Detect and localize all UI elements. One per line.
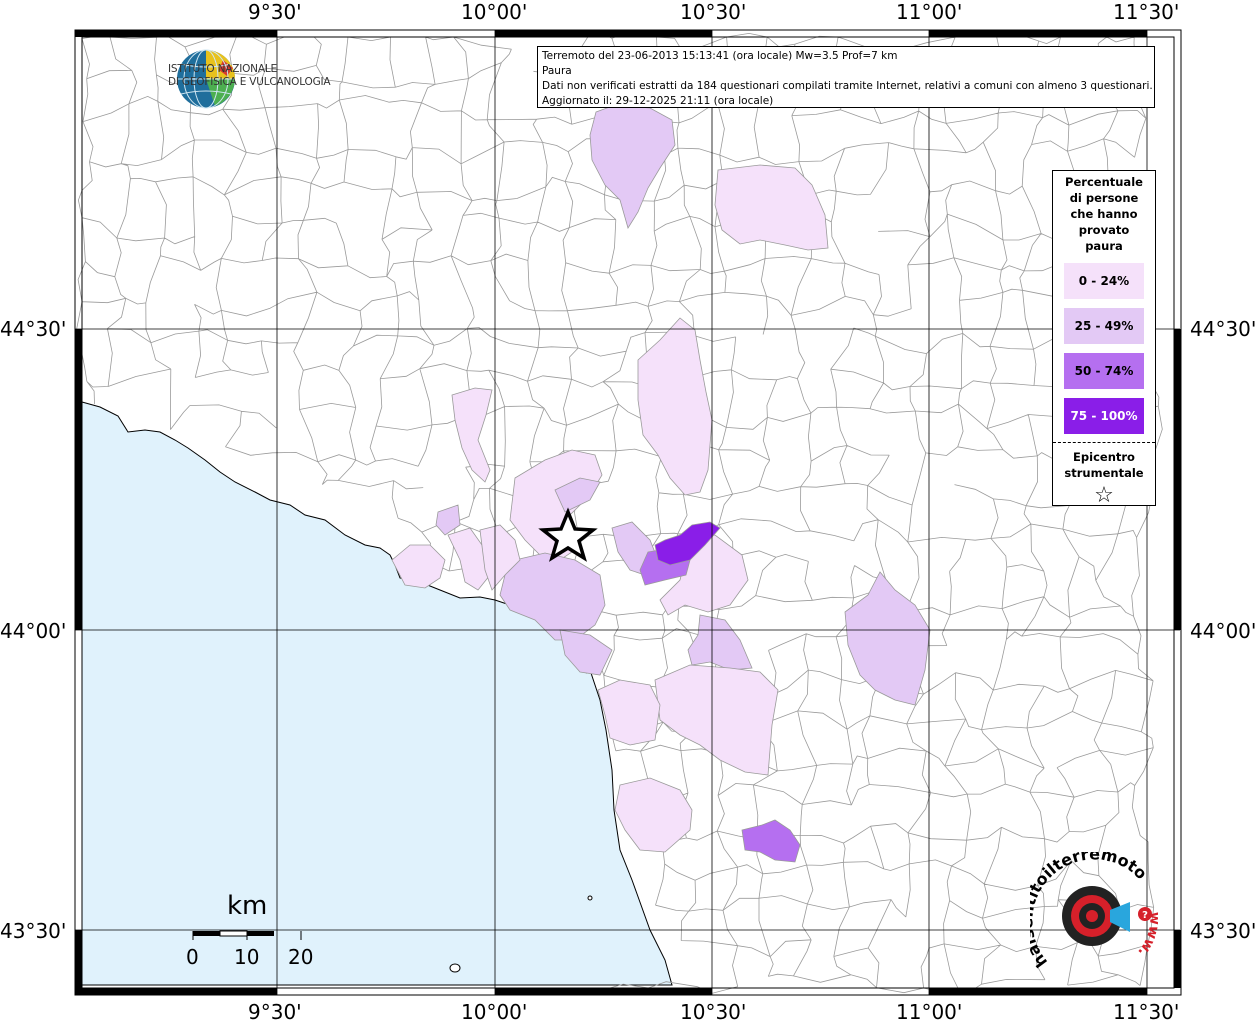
municipality-0-24: [714, 164, 829, 251]
lat-label-right: 43°30': [1190, 919, 1256, 943]
scale-unit: km: [227, 891, 268, 921]
lon-label-bottom: 10°00': [461, 1000, 528, 1024]
ingv-logo-text: ISTITUTO NAZIONALE DI GEOFISICA E VULCAN…: [168, 63, 331, 89]
scale-label-10: 10: [234, 945, 260, 969]
legend-class-0-24: 0 - 24%: [1064, 263, 1144, 299]
logo-line1: ISTITUTO NAZIONALE: [168, 63, 277, 75]
legend-epicenter-line: strumentale: [1064, 466, 1144, 480]
legend-divider: [1053, 442, 1155, 443]
lon-label-bottom: 11°00': [896, 1000, 963, 1024]
lon-label-bottom: 9°30': [248, 1000, 302, 1024]
legend-title-line: di persone: [1069, 191, 1139, 205]
legend-epicenter: Epicentro strumentale: [1053, 449, 1155, 481]
logo-line2: DI GEOFISICA E VULCANOLOGIA: [168, 76, 331, 88]
lat-label-left: 43°30': [0, 919, 67, 943]
municipality-0-24: [614, 777, 693, 853]
legend-class-75-100: 75 - 100%: [1064, 398, 1144, 434]
municipality-50-74: [741, 819, 801, 863]
scale-label-20: 20: [288, 945, 314, 969]
municipality-0-24: [654, 664, 779, 776]
lat-label-left: 44°30': [0, 317, 67, 341]
map-variable: Paura: [542, 65, 572, 77]
epicenter-legend-icon: ☆: [1094, 483, 1114, 508]
lon-label-bottom: 11°30': [1113, 1000, 1180, 1024]
municipality-25-49: [589, 104, 676, 229]
update-time: Aggiornato il: 29-12-2025 21:11 (ora loc…: [542, 95, 774, 107]
legend-class-25-49: 25 - 49%: [1064, 308, 1144, 344]
legend-class-50-74: 50 - 74%: [1064, 353, 1144, 389]
municipality-0-24: [637, 317, 713, 496]
svg-text:?: ?: [1142, 910, 1148, 921]
legend-title: Percentuale di persone che hanno provato…: [1053, 174, 1155, 254]
lon-label-bottom: 10°30': [680, 1000, 747, 1024]
municipality-0-24: [597, 679, 661, 746]
legend: Percentuale di persone che hanno provato…: [1052, 170, 1156, 508]
data-note: Dati non verificati estratti da 184 ques…: [542, 80, 1153, 92]
municipality-0-24: [451, 387, 493, 483]
lon-label-top: 10°30': [680, 0, 747, 24]
lat-label-right: 44°00': [1190, 619, 1256, 643]
lon-label-top: 11°30': [1113, 0, 1180, 24]
lon-label-top: 9°30': [248, 0, 302, 24]
island: [587, 895, 593, 901]
municipality-25-49: [844, 571, 931, 706]
lat-label-left: 44°00': [0, 619, 67, 643]
scale-label-0: 0: [186, 945, 199, 969]
island: [449, 963, 461, 973]
municipality-25-49: [435, 504, 461, 536]
legend-title-line: che hanno: [1070, 207, 1138, 221]
legend-title-line: Percentuale: [1065, 175, 1143, 189]
haisentito-logo[interactable]: haisentitoilterremoto.it www. ?: [1030, 852, 1160, 982]
lon-label-top: 10°00': [461, 0, 528, 24]
legend-epicenter-line: Epicentro: [1073, 450, 1135, 464]
event-title: Terremoto del 23-06-2013 15:13:41 (ora l…: [542, 50, 898, 62]
municipality-25-49: [687, 614, 753, 671]
legend-title-line: provato: [1078, 223, 1130, 237]
legend-title-line: paura: [1085, 239, 1123, 253]
event-info-box: Terremoto del 23-06-2013 15:13:41 (ora l…: [537, 46, 1155, 108]
lat-label-right: 44°30': [1190, 317, 1256, 341]
lon-label-top: 11°00': [896, 0, 963, 24]
